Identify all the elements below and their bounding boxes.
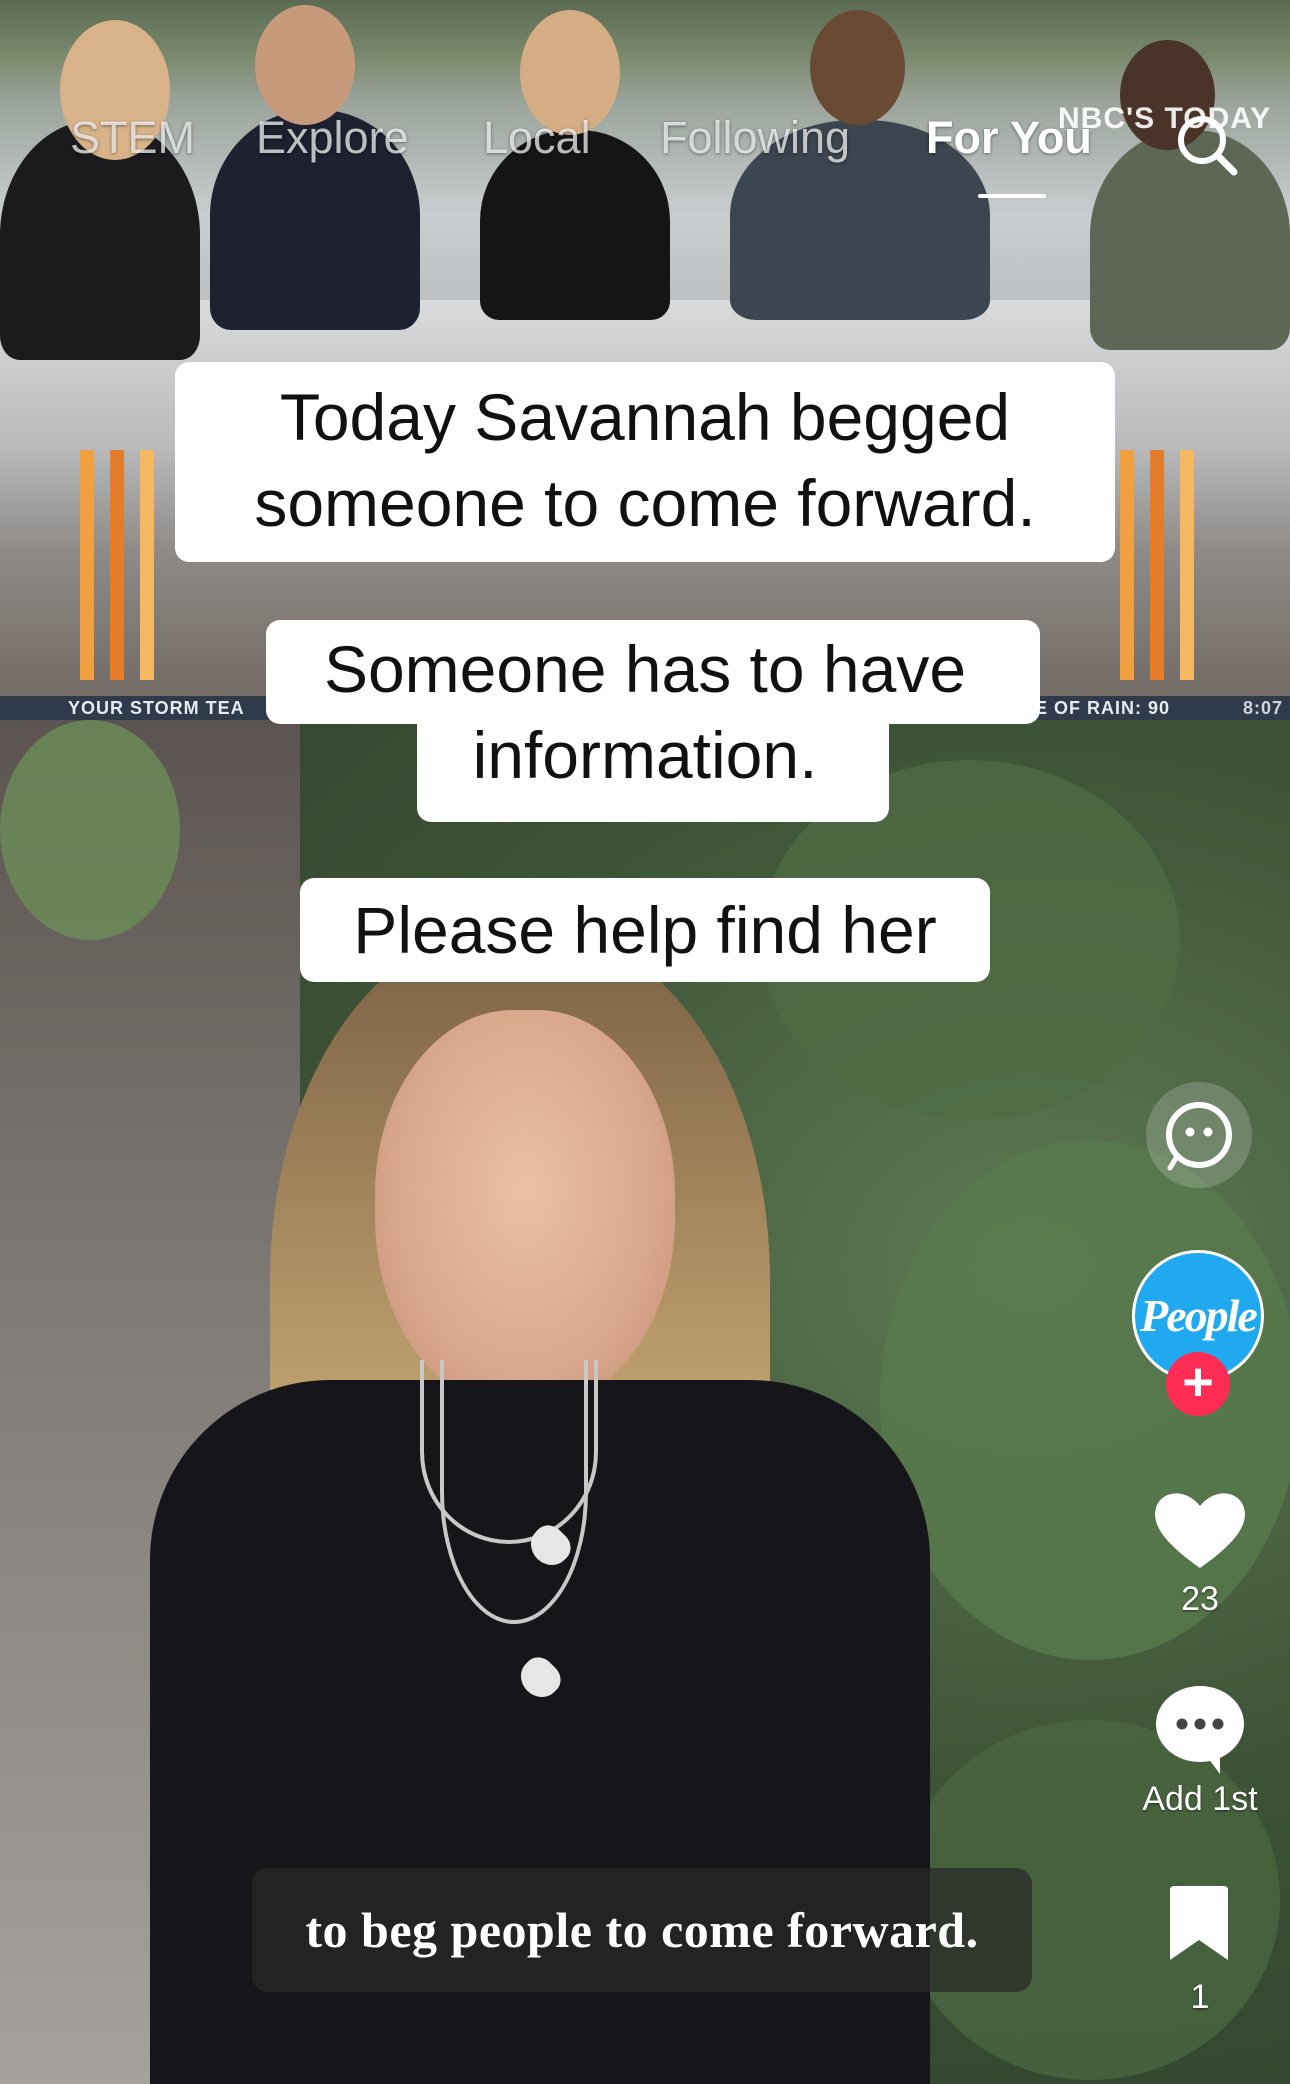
- ticker-left-text: YOUR STORM TEA: [68, 698, 245, 718]
- comment-label: Add 1st: [1142, 1780, 1258, 1818]
- face-effect-icon: [1166, 1102, 1232, 1171]
- tab-for-you[interactable]: For You: [926, 108, 1092, 168]
- active-tab-indicator: [978, 194, 1046, 198]
- like-button[interactable]: [1150, 1484, 1250, 1574]
- burned-in-subtitle: to beg people to come forward.: [252, 1868, 1032, 1992]
- comment-button[interactable]: [1150, 1680, 1250, 1776]
- effect-button[interactable]: [1146, 1082, 1252, 1188]
- ticker-time: 8:07: [1243, 698, 1284, 718]
- presenter-face: [375, 1010, 675, 1410]
- plus-icon: +: [1182, 1352, 1214, 1412]
- bookmark-icon: [1170, 1886, 1228, 1960]
- tab-stem[interactable]: STEM: [70, 108, 195, 168]
- tab-explore[interactable]: Explore: [256, 108, 409, 168]
- caption-2: Someone has to have information.: [323, 632, 967, 792]
- comment-icon: [1156, 1686, 1244, 1774]
- ticker-right-text: E OF RAIN: 90: [1035, 698, 1171, 718]
- top-nav: STEM Explore Local Following For You: [0, 108, 1290, 168]
- bookmark-button[interactable]: [1164, 1884, 1234, 1964]
- caption-1: Today Savannah begged someone to come fo…: [175, 362, 1115, 562]
- heart-icon: [1155, 1493, 1245, 1568]
- caption-3: Please help find her: [300, 878, 990, 982]
- bookmark-count: 1: [1190, 1978, 1210, 2016]
- like-count: 23: [1181, 1580, 1219, 1618]
- search-button[interactable]: [1172, 110, 1242, 180]
- tab-following[interactable]: Following: [660, 108, 850, 168]
- search-icon: [1178, 116, 1238, 176]
- follow-button[interactable]: +: [1166, 1352, 1230, 1416]
- tab-local[interactable]: Local: [483, 108, 591, 168]
